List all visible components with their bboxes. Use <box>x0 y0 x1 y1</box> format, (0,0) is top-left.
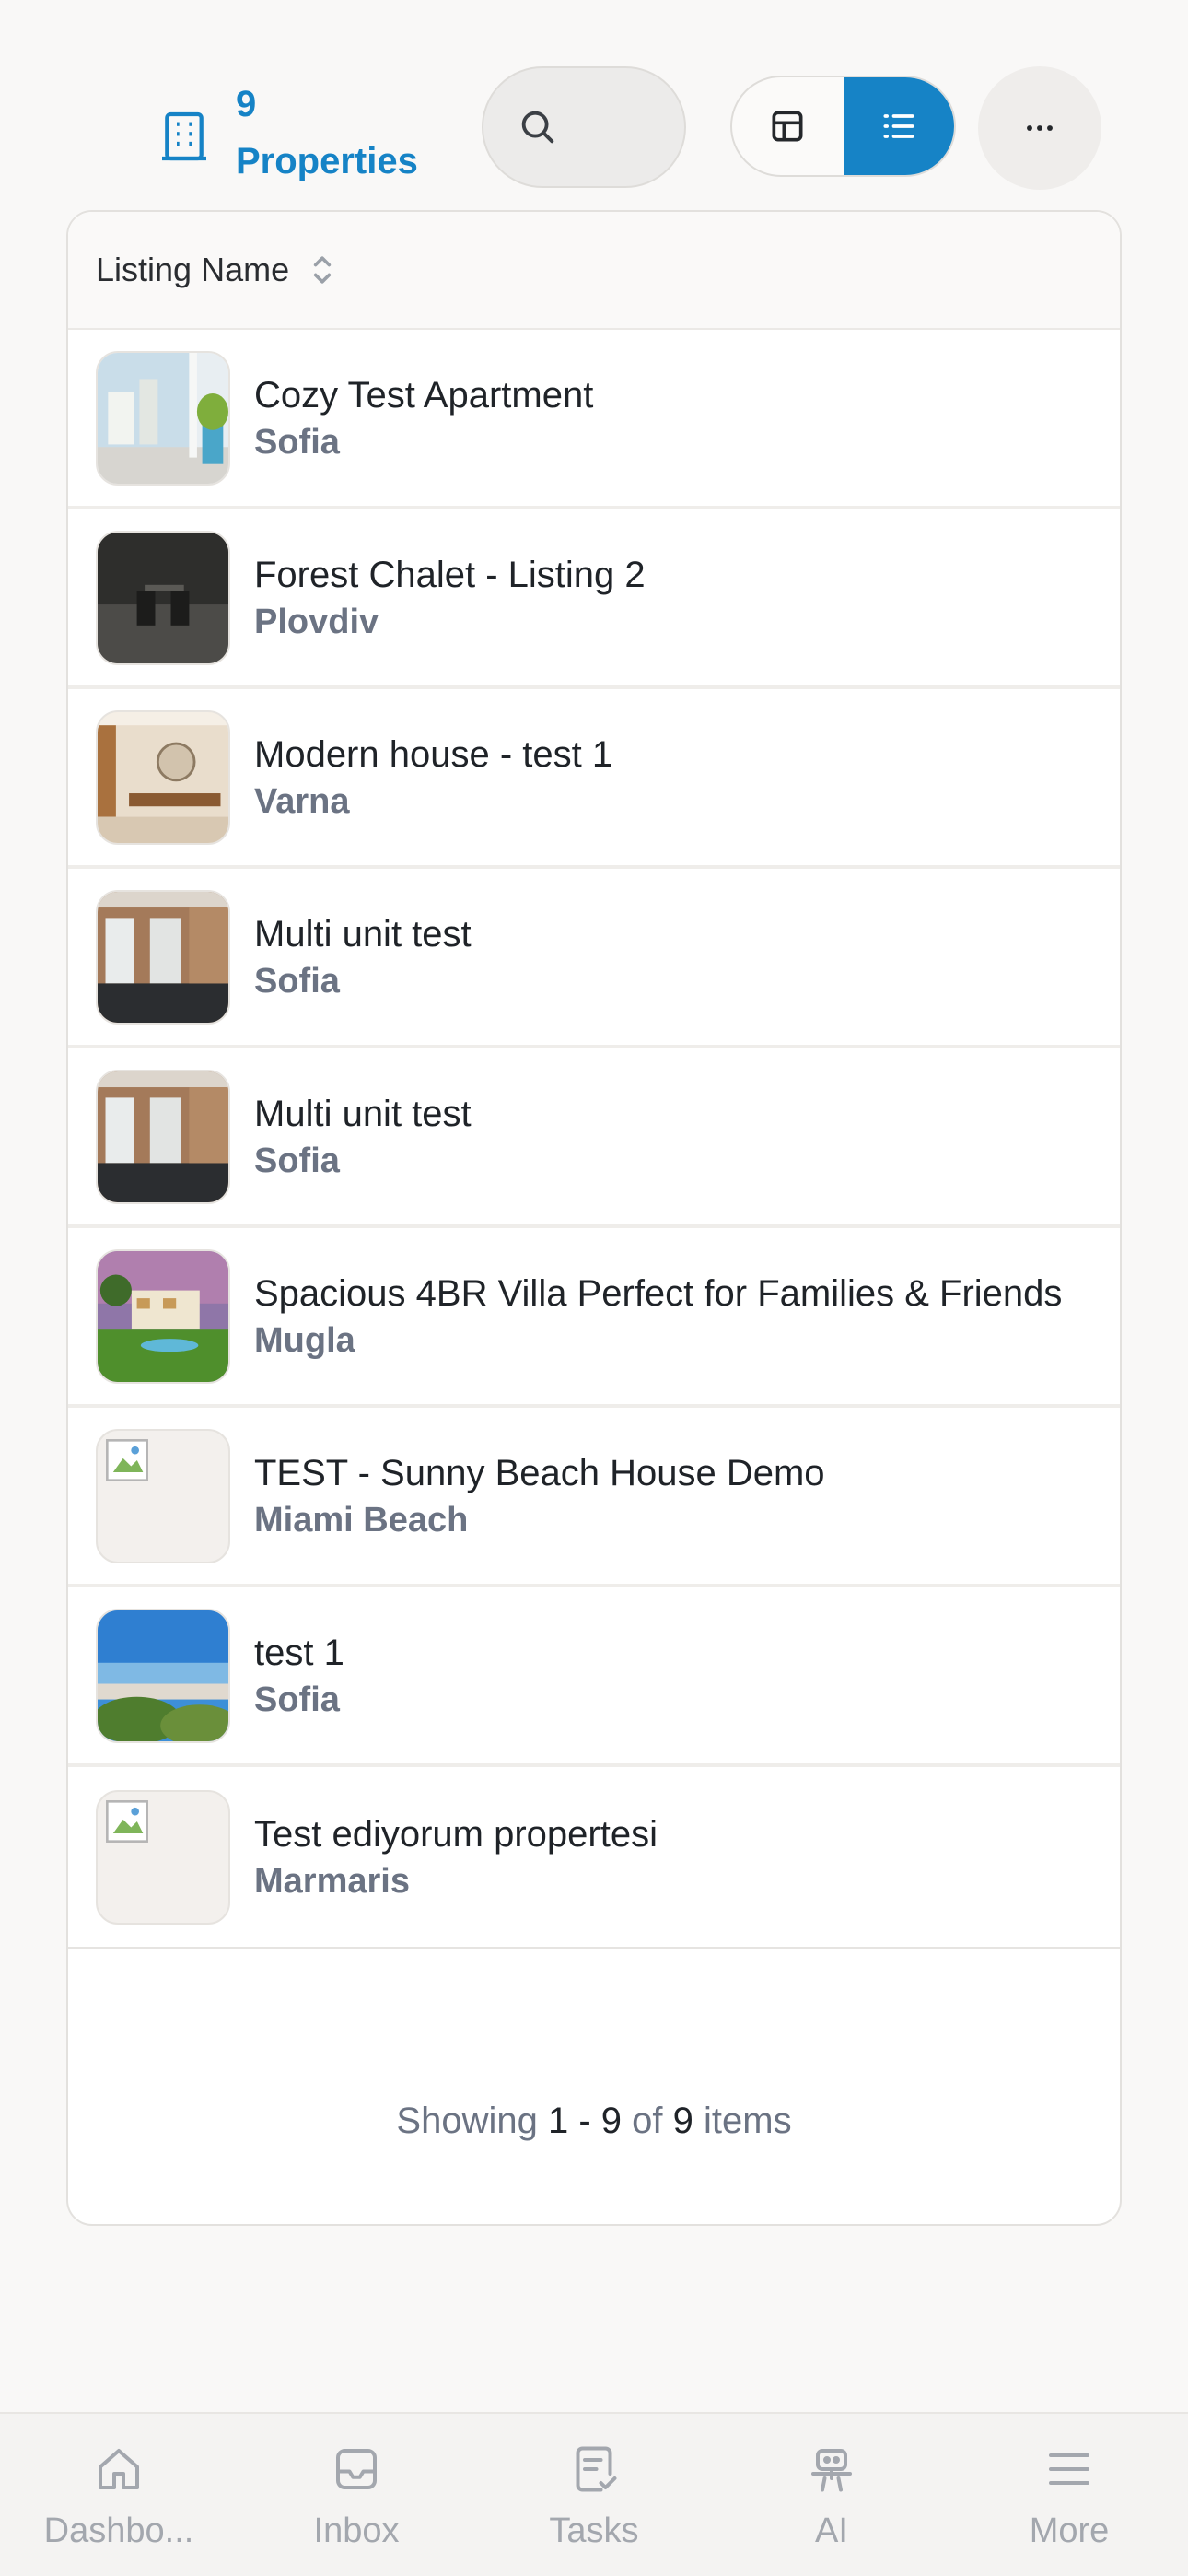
pagination-end: 9 <box>600 2101 623 2141</box>
modern-interior-photo <box>98 711 228 843</box>
inbox-icon <box>336 2449 377 2489</box>
table-row[interactable]: Modern house - test 1 Varna <box>68 689 1120 869</box>
apartment-window-photo <box>98 352 228 484</box>
listing-city: Sofia <box>254 422 340 462</box>
dark-room-photo <box>98 532 228 663</box>
nav-item-ai[interactable]: AI <box>713 2414 950 2576</box>
property-thumbnail <box>96 1608 230 1743</box>
table-grid-icon <box>772 111 803 142</box>
pagination-dash: - <box>578 2101 591 2141</box>
list-view-button[interactable] <box>843 77 954 175</box>
listing-name: Spacious 4BR Villa Perfect for Families … <box>254 1272 1063 1314</box>
property-thumbnail <box>96 889 230 1025</box>
properties-count-number: 9 <box>236 84 257 124</box>
table-row[interactable]: Test ediyorum propertesi Marmaris <box>68 1767 1120 1947</box>
building-icon <box>162 111 206 161</box>
search-icon <box>521 111 554 144</box>
table-row[interactable]: Multi unit test Sofia <box>68 869 1120 1048</box>
listing-name: Multi unit test <box>254 1093 472 1134</box>
nav-item-inbox[interactable]: Inbox <box>238 2414 475 2576</box>
ellipsis-icon <box>1027 125 1053 131</box>
table-row[interactable]: Cozy Test Apartment Sofia <box>68 330 1120 509</box>
property-thumbnail <box>96 1428 230 1563</box>
properties-table: Listing Name Cozy Test Apartment Sofia F… <box>66 210 1122 2226</box>
list-icon <box>883 114 914 138</box>
listing-city: Mugla <box>254 1320 355 1360</box>
table-body: Cozy Test Apartment Sofia Forest Chalet … <box>68 330 1120 1949</box>
coastal-city-photo <box>98 1610 228 1741</box>
pagination-suffix: items <box>704 2101 792 2141</box>
sort-icon <box>313 256 332 284</box>
property-thumbnail <box>96 1069 230 1204</box>
broken-image-icon <box>106 1438 148 1481</box>
listing-name: Multi unit test <box>254 913 472 954</box>
table-row[interactable]: Spacious 4BR Villa Perfect for Families … <box>68 1228 1120 1408</box>
listing-name: TEST - Sunny Beach House Demo <box>254 1452 825 1493</box>
property-thumbnail <box>96 709 230 845</box>
pagination-summary: Showing 1 - 9 of 9 items <box>68 2101 1120 2142</box>
properties-count-label: Properties <box>236 141 418 181</box>
pagination-total: 9 <box>672 2101 693 2141</box>
pagination-start: 1 <box>547 2101 569 2141</box>
grid-view-button[interactable] <box>732 77 844 175</box>
property-thumbnail <box>96 1248 230 1384</box>
listing-city: Plovdiv <box>254 602 379 641</box>
nav-label: AI <box>815 2512 848 2550</box>
villa-photo <box>98 1250 228 1382</box>
top-bar: 9 Properties <box>0 66 1188 191</box>
broken-image-icon <box>106 1799 148 1843</box>
nav-label: More <box>1029 2512 1110 2550</box>
listing-city: Sofia <box>254 1680 340 1719</box>
nav-label: Tasks <box>549 2512 639 2550</box>
table-row[interactable]: Forest Chalet - Listing 2 Plovdiv <box>68 509 1120 689</box>
column-header-label: Listing Name <box>96 251 290 288</box>
menu-icon <box>1049 2453 1089 2485</box>
properties-page: 9 Properties Listing Name Cozy Test Apar… <box>0 0 1188 2576</box>
pagination-prefix: Showing <box>396 2101 538 2141</box>
property-thumbnail <box>96 1789 230 1925</box>
listing-name: Cozy Test Apartment <box>254 374 594 416</box>
nav-item-dashboard[interactable]: Dashbo... <box>0 2414 238 2576</box>
nav-item-more[interactable]: More <box>950 2414 1188 2576</box>
empty-room-photo <box>98 891 228 1023</box>
listing-name: Forest Chalet - Listing 2 <box>254 554 646 595</box>
listing-name: test 1 <box>254 1632 344 1673</box>
nav-item-tasks[interactable]: Tasks <box>475 2414 713 2576</box>
listing-city: Sofia <box>254 1141 340 1180</box>
table-row[interactable]: test 1 Sofia <box>68 1587 1120 1767</box>
robot-icon <box>811 2449 852 2492</box>
bottom-nav: Dashbo... Inbox Tasks AI More <box>0 2412 1188 2576</box>
listing-city: Sofia <box>254 961 340 1001</box>
view-toggle <box>730 76 956 177</box>
nav-label: Inbox <box>313 2512 400 2550</box>
listing-name: Test ediyorum propertesi <box>254 1813 658 1855</box>
search-button[interactable] <box>482 66 686 188</box>
listing-city: Varna <box>254 781 350 821</box>
nav-label: Dashbo... <box>43 2512 194 2550</box>
listing-name: Modern house - test 1 <box>254 733 613 775</box>
property-thumbnail <box>96 530 230 665</box>
empty-room-photo <box>98 1071 228 1202</box>
table-row[interactable]: Multi unit test Sofia <box>68 1048 1120 1228</box>
home-icon <box>99 2449 139 2489</box>
pagination-of: of <box>632 2101 663 2141</box>
table-row[interactable]: TEST - Sunny Beach House Demo Miami Beac… <box>68 1408 1120 1587</box>
listing-city: Miami Beach <box>254 1500 469 1540</box>
properties-count: 9 Properties <box>155 76 418 190</box>
property-thumbnail <box>96 350 230 486</box>
tasks-icon <box>576 2446 617 2492</box>
listing-city: Marmaris <box>254 1861 410 1901</box>
column-header-listing-name[interactable]: Listing Name <box>68 212 1120 330</box>
more-options-button[interactable] <box>978 66 1101 190</box>
